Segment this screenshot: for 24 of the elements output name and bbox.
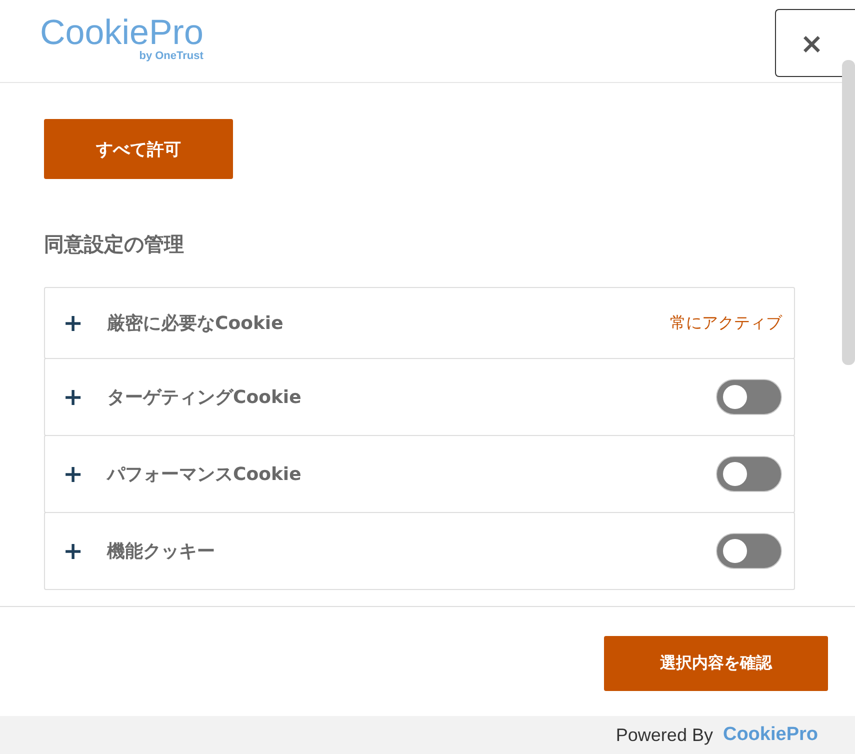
category-name: 厳密に必要なCookie xyxy=(107,312,284,335)
close-button[interactable]: × xyxy=(775,9,855,77)
toggle-switch[interactable] xyxy=(716,533,782,569)
category-name: 機能クッキー xyxy=(107,540,216,563)
logo-tagline: by OneTrust xyxy=(139,50,204,62)
expand-icon[interactable]: + xyxy=(63,537,107,565)
scrollbar[interactable] xyxy=(842,60,855,365)
category-row[interactable]: + 厳密に必要なCookie 常にアクティブ xyxy=(44,287,795,359)
category-row[interactable]: + ターゲティングCookie xyxy=(44,358,795,436)
category-row[interactable]: + パフォーマンスCookie xyxy=(44,435,795,513)
category-row[interactable]: + 機能クッキー xyxy=(44,512,795,590)
expand-icon[interactable]: + xyxy=(63,383,107,411)
powered-by-text: Powered By xyxy=(616,724,713,746)
allow-all-button[interactable]: すべて許可 xyxy=(44,119,233,179)
section-heading: 同意設定の管理 xyxy=(44,231,185,258)
status-label: 常にアクティブ xyxy=(670,312,782,334)
confirm-button[interactable]: 選択内容を確認 xyxy=(604,636,828,691)
logo-wordmark: CookiePro xyxy=(40,14,204,52)
toggle-switch[interactable] xyxy=(716,456,782,492)
expand-icon[interactable]: + xyxy=(63,460,107,488)
expand-icon[interactable]: + xyxy=(63,309,107,337)
category-name: ターゲティングCookie xyxy=(107,386,302,409)
category-name: パフォーマンスCookie xyxy=(107,463,302,486)
toggle-switch[interactable] xyxy=(716,379,782,415)
